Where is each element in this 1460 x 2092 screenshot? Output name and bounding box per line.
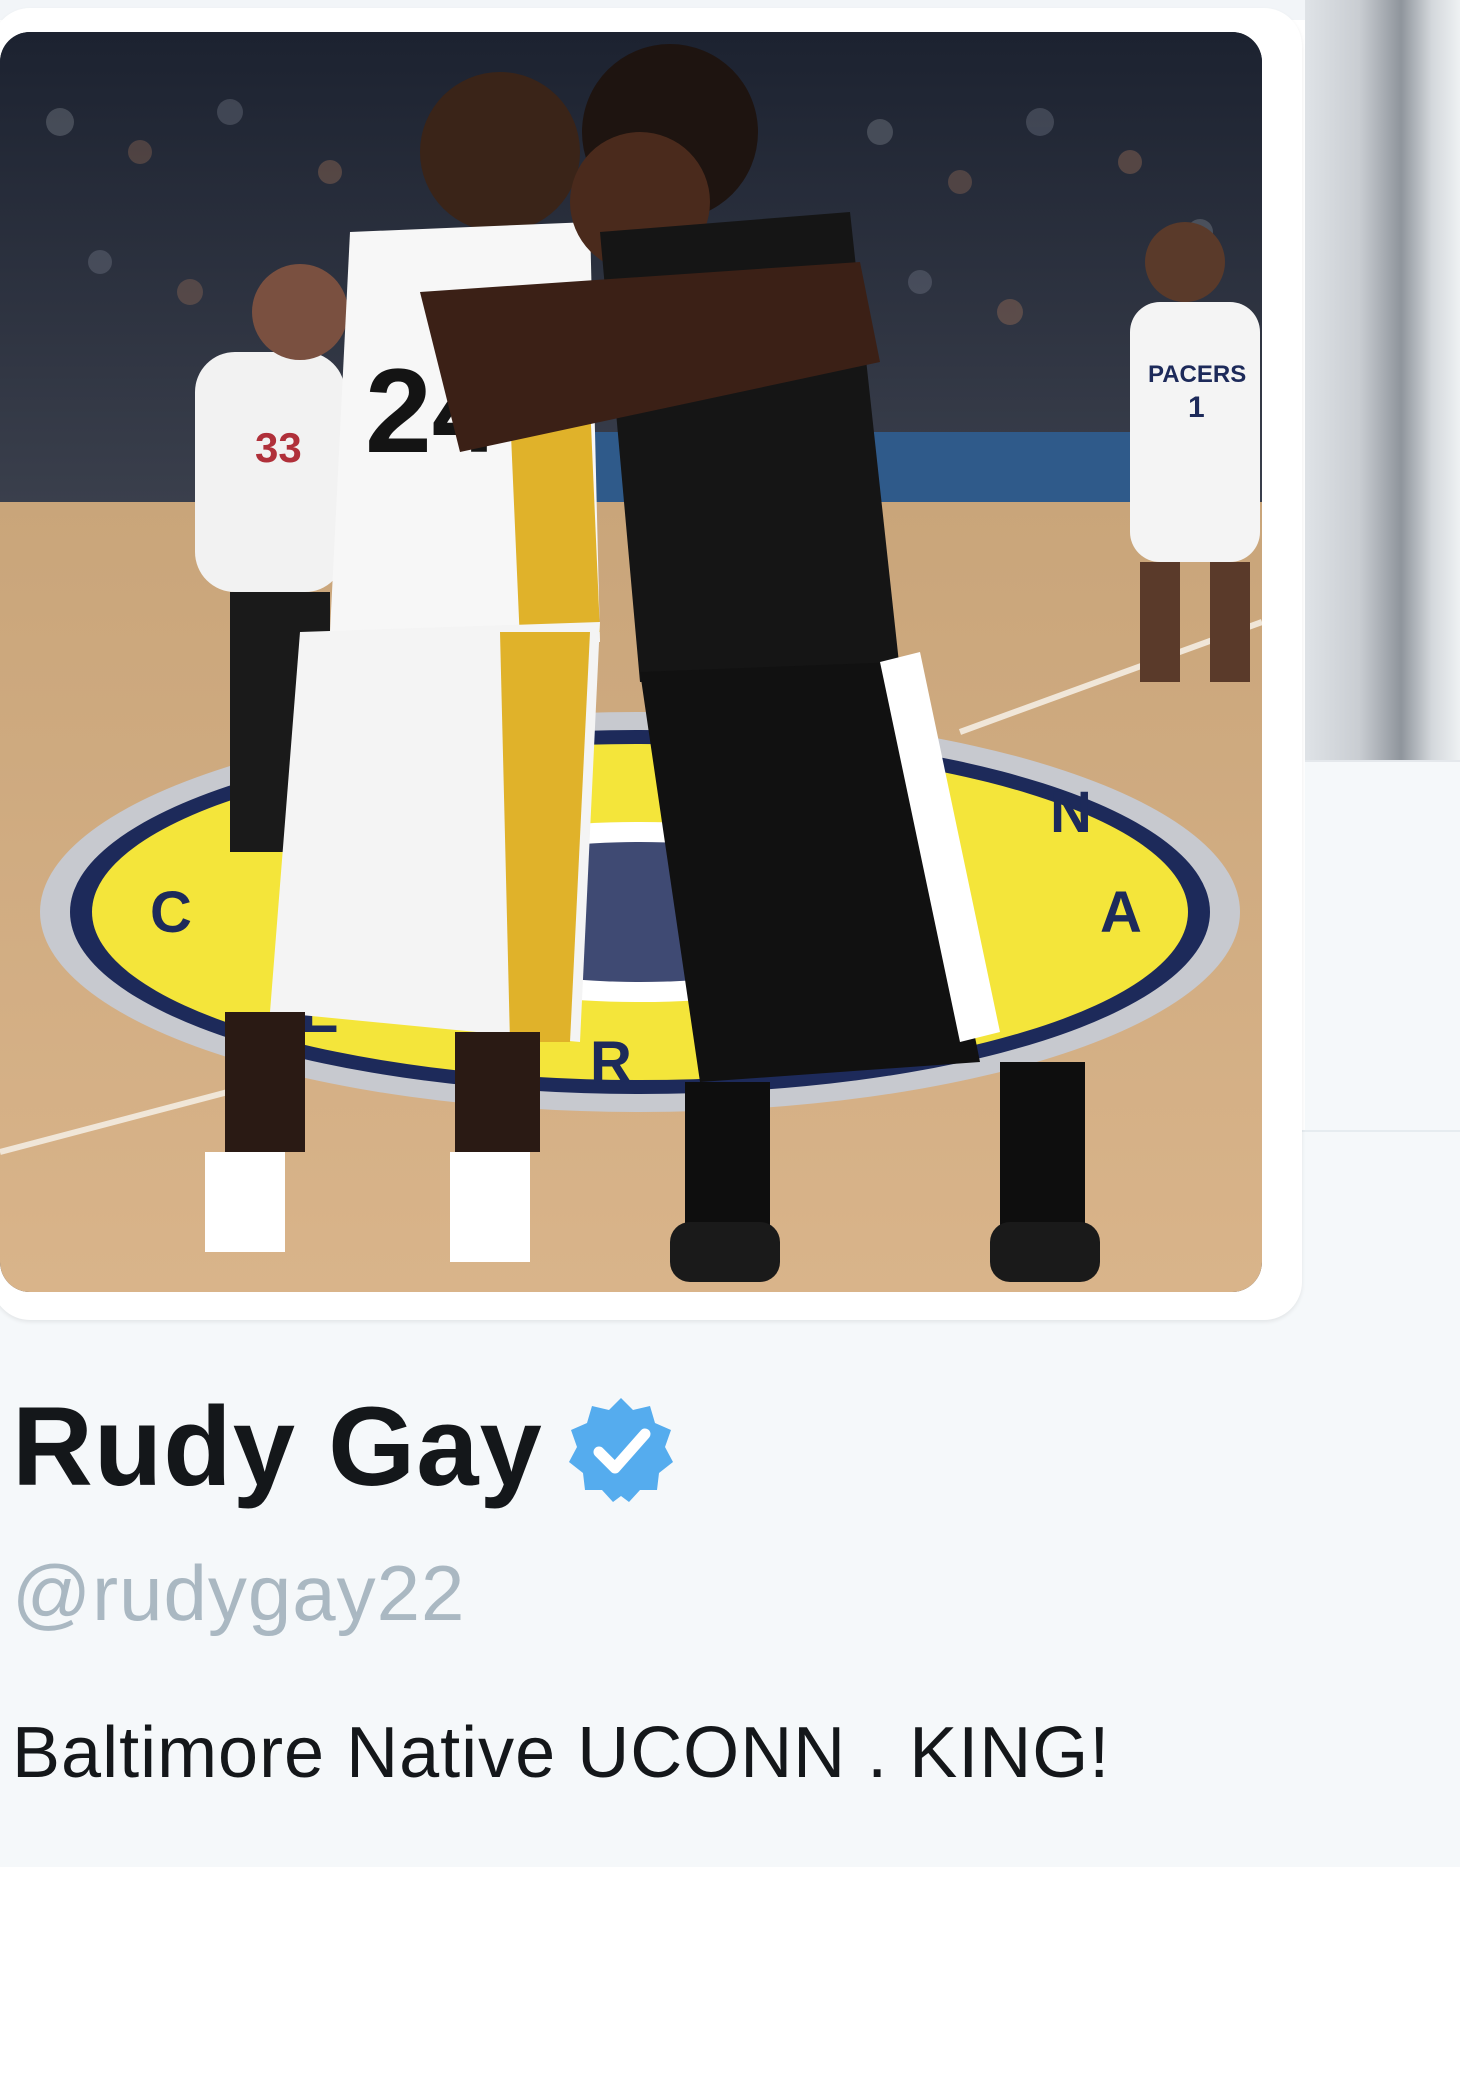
verified-badge-icon[interactable] bbox=[565, 1394, 677, 1506]
profile-name-row: Rudy Gay bbox=[12, 1385, 677, 1508]
profile-handle[interactable]: @rudygay22 bbox=[12, 1548, 465, 1639]
profile-page: R S E A C N 33 bbox=[0, 0, 1460, 2092]
background-player-jersey-text: PACERS bbox=[1148, 361, 1246, 388]
navigation-bar-edge bbox=[1305, 760, 1460, 1142]
court-letter-c: C bbox=[150, 880, 192, 945]
court-letter-n: N bbox=[1050, 780, 1092, 845]
profile-bio: Baltimore Native UCONN . KING! bbox=[12, 1713, 1111, 1793]
referee-number: 33 bbox=[255, 424, 302, 471]
court-letter-a: A bbox=[1100, 880, 1142, 945]
court-letter-r: R bbox=[590, 1030, 632, 1095]
header-banner-edge bbox=[1305, 0, 1460, 760]
profile-avatar[interactable]: R S E A C N 33 bbox=[0, 32, 1262, 1292]
profile-name[interactable]: Rudy Gay bbox=[12, 1385, 543, 1508]
avatar-photo: R S E A C N 33 bbox=[0, 32, 1262, 1292]
avatar-frame[interactable]: R S E A C N 33 bbox=[0, 8, 1302, 1320]
background-player-number: 1 bbox=[1188, 391, 1205, 424]
